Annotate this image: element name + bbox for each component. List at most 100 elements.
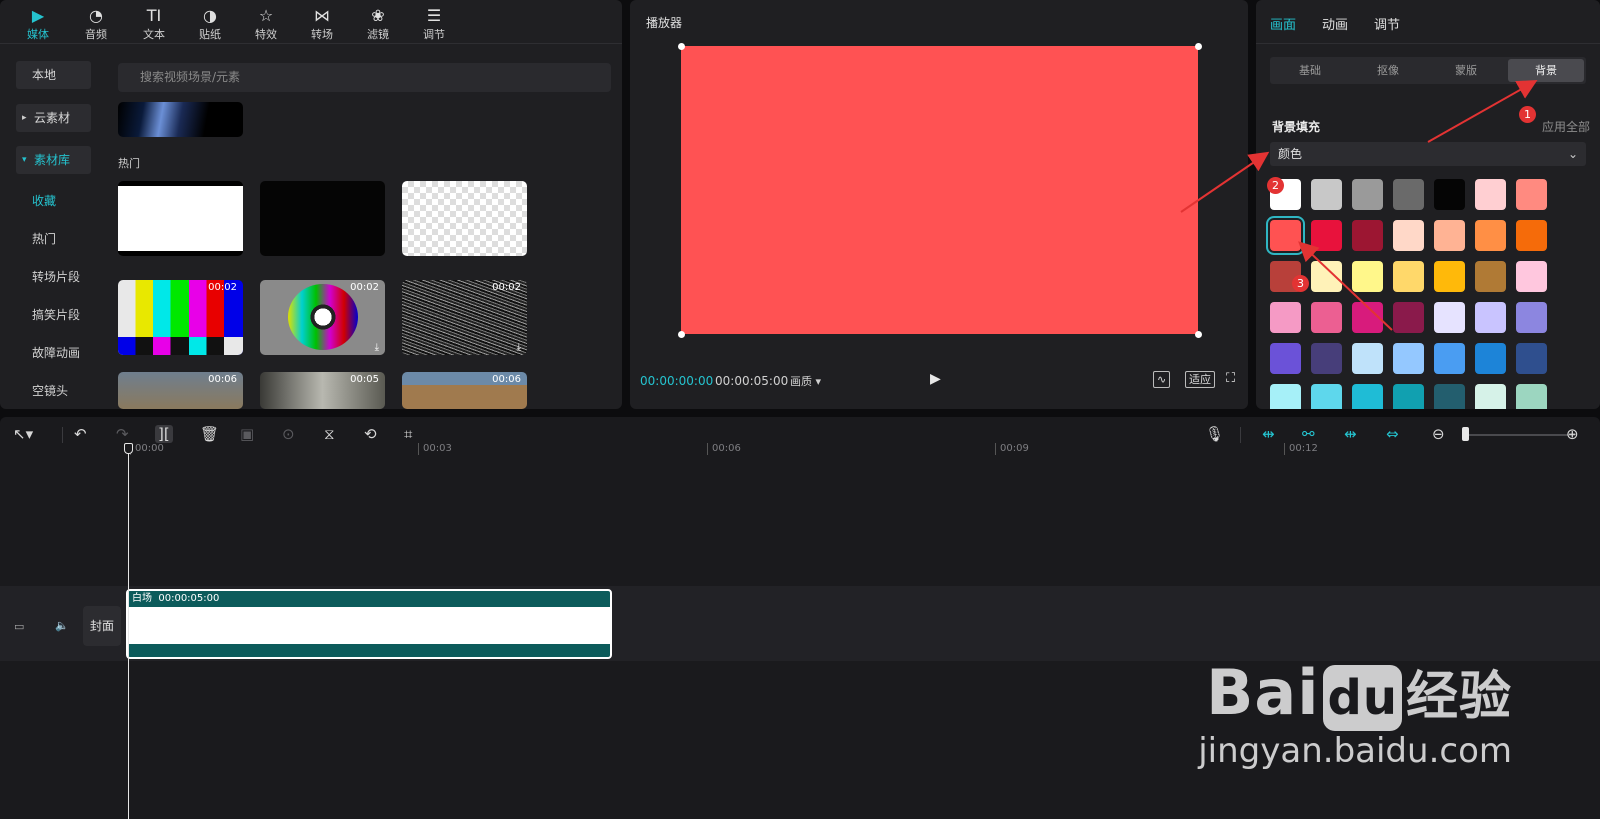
color-swatch[interactable] (1434, 384, 1465, 409)
color-swatch[interactable] (1311, 343, 1342, 374)
sidebar-item-favorites[interactable]: 收藏 (32, 192, 56, 209)
color-swatch[interactable] (1516, 179, 1547, 210)
tab-animation[interactable]: 动画 (1322, 14, 1348, 33)
color-swatch[interactable] (1393, 384, 1424, 409)
color-swatch[interactable] (1475, 179, 1506, 210)
color-swatch[interactable] (1475, 261, 1506, 292)
cover-button[interactable]: 封面 (83, 606, 121, 646)
color-swatch[interactable] (1311, 302, 1342, 333)
media-thumb-landscape-1[interactable]: 00:06 (118, 372, 243, 409)
subtab-mask[interactable]: 蒙版 (1428, 59, 1504, 82)
play-button[interactable]: ▶ (930, 371, 941, 387)
color-swatch[interactable] (1516, 343, 1547, 374)
media-thumb-test-pattern[interactable]: 00:02 ⤓ (260, 280, 385, 355)
color-swatch[interactable] (1352, 384, 1383, 409)
fullscreen-icon: ⛶ (1226, 371, 1236, 386)
zoom-slider-track[interactable] (1465, 434, 1575, 436)
color-swatch[interactable] (1352, 261, 1383, 292)
color-swatch[interactable] (1352, 302, 1383, 333)
tab-audio[interactable]: ◔ 音频 (72, 4, 120, 42)
color-swatch[interactable] (1393, 343, 1424, 374)
media-thumb-transparent[interactable] (402, 181, 527, 256)
playhead-line[interactable] (128, 443, 129, 819)
color-swatch[interactable] (1434, 343, 1465, 374)
tab-filter[interactable]: ❀ 滤镜 (354, 4, 402, 42)
playhead-handle[interactable] (124, 443, 133, 454)
preview-canvas[interactable] (681, 46, 1198, 334)
sidebar-item-glitch[interactable]: 故障动画 (32, 344, 80, 361)
color-swatch[interactable] (1434, 302, 1465, 333)
color-swatch[interactable] (1393, 179, 1424, 210)
color-swatch[interactable] (1352, 220, 1383, 251)
tab-sticker[interactable]: ◑ 贴纸 (186, 4, 234, 42)
color-swatch[interactable] (1311, 261, 1342, 292)
timeline-clip[interactable]: 白场 00:00:05:00 (126, 589, 612, 659)
sidebar-local[interactable]: 本地 (16, 61, 91, 89)
color-swatch[interactable] (1311, 384, 1342, 409)
resize-handle[interactable] (1195, 43, 1202, 50)
color-swatch[interactable] (1270, 384, 1301, 409)
ruler-tick: 00:03 (418, 443, 452, 455)
time-ruler[interactable]: 00:00 00:03 00:06 00:09 00:12 (0, 441, 1600, 461)
color-swatch[interactable] (1352, 343, 1383, 374)
media-thumb-static-noise[interactable]: 00:02 ⤓ (402, 280, 527, 355)
color-swatch[interactable] (1475, 384, 1506, 409)
fullscreen-button[interactable]: ⛶ (1226, 371, 1235, 386)
fill-type-select[interactable]: 颜色 ⌄ (1270, 142, 1586, 166)
media-thumb-black[interactable] (260, 181, 385, 256)
color-swatch[interactable] (1393, 220, 1424, 251)
media-thumb-partial[interactable] (118, 102, 243, 137)
color-swatch[interactable] (1516, 384, 1547, 409)
sidebar-item-empty-shots[interactable]: 空镜头 (32, 382, 68, 399)
color-swatch[interactable] (1352, 179, 1383, 210)
color-swatch[interactable] (1434, 220, 1465, 251)
sidebar-item-transition-clips[interactable]: 转场片段 (32, 268, 80, 285)
subtab-basic[interactable]: 基础 (1272, 59, 1348, 82)
media-thumb-color-bars[interactable]: 00:02 (118, 280, 243, 355)
color-swatch[interactable] (1516, 302, 1547, 333)
tab-effects[interactable]: ☆ 特效 (242, 4, 290, 42)
tab-text[interactable]: TI 文本 (130, 4, 178, 42)
color-swatch[interactable] (1434, 261, 1465, 292)
resize-handle[interactable] (678, 43, 685, 50)
media-thumb-landscape-2[interactable]: 00:05 (260, 372, 385, 409)
tab-adjust[interactable]: ☰ 调节 (410, 4, 458, 42)
color-swatch[interactable] (1393, 261, 1424, 292)
color-swatch[interactable] (1393, 302, 1424, 333)
tab-media[interactable]: ▶ 媒体 (14, 4, 62, 42)
subtab-cutout[interactable]: 抠像 (1350, 59, 1426, 82)
tab-adjust-props[interactable]: 调节 (1374, 14, 1400, 33)
resize-handle[interactable] (678, 331, 685, 338)
media-thumb-landscape-3[interactable]: 00:06 (402, 372, 527, 409)
color-swatch[interactable] (1270, 302, 1301, 333)
tab-picture[interactable]: 画面 (1270, 14, 1296, 33)
waveform-button[interactable]: ∿ (1153, 371, 1171, 388)
color-swatch[interactable] (1311, 220, 1342, 251)
subtab-background[interactable]: 背景 (1508, 59, 1584, 82)
color-swatch[interactable] (1311, 179, 1342, 210)
tab-transition[interactable]: ⋈ 转场 (298, 4, 346, 42)
resize-handle[interactable] (1195, 331, 1202, 338)
search-input[interactable]: 搜索视频场景/元素 (118, 63, 611, 92)
apply-all-button[interactable]: 应用全部 (1542, 118, 1590, 135)
color-swatch[interactable] (1516, 261, 1547, 292)
fit-button[interactable]: 适应 (1185, 371, 1215, 388)
color-swatch[interactable] (1434, 179, 1465, 210)
track-video-icon[interactable]: ▭ (14, 620, 24, 633)
media-thumb-white[interactable] (118, 181, 243, 256)
color-swatch[interactable] (1475, 343, 1506, 374)
zoom-slider-knob[interactable] (1462, 427, 1469, 441)
download-icon[interactable]: ⤓ (375, 342, 379, 353)
sidebar-item-hot[interactable]: 热门 (32, 230, 56, 247)
sidebar-library[interactable]: 素材库 (16, 146, 91, 174)
color-swatch[interactable] (1475, 220, 1506, 251)
color-swatch[interactable] (1475, 302, 1506, 333)
color-swatch[interactable] (1516, 220, 1547, 251)
sidebar-item-funny-clips[interactable]: 搞笑片段 (32, 306, 80, 323)
download-icon[interactable]: ⤓ (517, 342, 521, 353)
color-swatch[interactable] (1270, 343, 1301, 374)
color-swatch[interactable] (1270, 220, 1301, 251)
sidebar-cloud[interactable]: 云素材 (16, 104, 91, 132)
track-audio-icon[interactable]: 🔈 (55, 619, 69, 632)
quality-dropdown[interactable]: 画质 ▾ (790, 373, 821, 389)
